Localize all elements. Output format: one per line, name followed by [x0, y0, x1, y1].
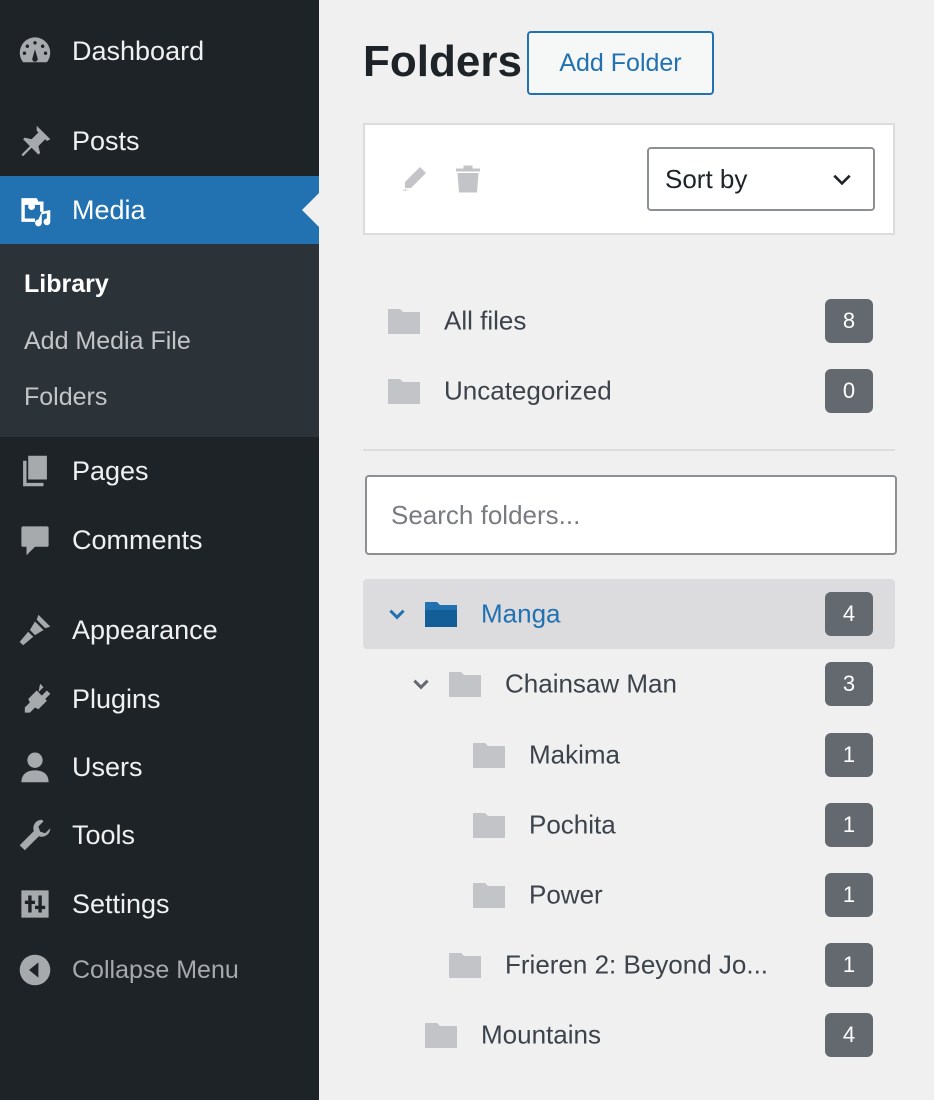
sidebar-item-label: Dashboard	[72, 35, 205, 66]
sidebar-item-label: Plugins	[72, 683, 161, 714]
media-icon	[17, 192, 53, 228]
sidebar-item-label: Media	[72, 194, 146, 225]
plug-icon	[17, 681, 53, 717]
wrench-icon	[17, 817, 53, 853]
folder-icon	[449, 953, 481, 978]
comment-icon	[17, 522, 53, 558]
sidebar-item-media[interactable]: Media	[0, 176, 319, 244]
folder-row-makima[interactable]: Makima 1	[363, 720, 895, 790]
folder-row-chainsaw-man[interactable]: Chainsaw Man 3	[363, 649, 895, 719]
folder-count-badge: 0	[825, 369, 873, 413]
collapse-menu-label: Collapse Menu	[72, 955, 239, 984]
user-icon	[17, 749, 53, 785]
folder-name: Pochita	[529, 809, 616, 840]
folder-icon	[388, 379, 420, 404]
chevron-down-icon	[833, 174, 851, 186]
folder-icon	[388, 309, 420, 334]
collapse-menu-button[interactable]: Collapse Menu	[0, 936, 319, 1004]
admin-sidebar: Dashboard Posts Media Library Add Media …	[0, 0, 319, 1100]
folder-icon	[425, 1023, 457, 1048]
collapse-arrow-icon	[17, 952, 53, 988]
sidebar-item-label: Comments	[72, 524, 203, 555]
folder-count-badge: 1	[825, 733, 873, 777]
pencil-icon[interactable]	[397, 161, 431, 197]
section-divider	[363, 449, 895, 451]
pages-icon	[17, 453, 53, 489]
sidebar-item-users[interactable]: Users	[0, 733, 319, 801]
folder-name: Chainsaw Man	[505, 668, 677, 699]
sidebar-item-plugins[interactable]: Plugins	[0, 665, 319, 733]
folder-count-badge: 4	[825, 592, 873, 636]
folder-count-badge: 1	[825, 943, 873, 987]
folder-icon	[449, 672, 481, 697]
folder-row-power[interactable]: Power 1	[363, 860, 895, 930]
sidebar-item-comments[interactable]: Comments	[0, 506, 319, 574]
folder-row-pochita[interactable]: Pochita 1	[363, 790, 895, 860]
folder-toolbar: Sort by	[363, 123, 895, 235]
add-folder-button[interactable]: Add Folder	[527, 31, 714, 95]
trash-icon[interactable]	[451, 161, 485, 197]
sidebar-item-settings[interactable]: Settings	[0, 870, 319, 938]
media-submenu: Library Add Media File Folders	[0, 244, 319, 437]
folder-count-badge: 8	[825, 299, 873, 343]
sidebar-item-appearance[interactable]: Appearance	[0, 596, 319, 664]
folder-name: Mountains	[481, 1019, 601, 1050]
folder-name: Power	[529, 879, 603, 910]
chevron-down-icon[interactable]	[410, 673, 432, 695]
sidebar-item-label: Pages	[72, 455, 149, 486]
folder-name: Uncategorized	[444, 375, 612, 406]
sidebar-item-pages[interactable]: Pages	[0, 437, 319, 505]
sidebar-item-label: Settings	[72, 888, 170, 919]
folder-row-mountains[interactable]: Mountains 4	[363, 1000, 895, 1070]
page-title: Folders	[363, 37, 522, 86]
submenu-item-add-media-file[interactable]: Add Media File	[24, 327, 191, 356]
search-folders-input[interactable]	[365, 475, 897, 555]
pushpin-icon	[17, 123, 53, 159]
folder-row-manga[interactable]: Manga 4	[363, 579, 895, 649]
dashboard-icon	[17, 33, 53, 69]
folder-count-badge: 4	[825, 1013, 873, 1057]
folder-name: Makima	[529, 739, 621, 770]
folder-name: All files	[444, 305, 527, 336]
sidebar-item-label: Users	[72, 751, 143, 782]
submenu-item-library[interactable]: Library	[24, 270, 109, 299]
folder-icon	[473, 813, 505, 838]
submenu-item-folders[interactable]: Folders	[24, 383, 107, 412]
sliders-icon	[17, 886, 53, 922]
folder-count-badge: 1	[825, 873, 873, 917]
folder-row-uncategorized[interactable]: Uncategorized 0	[363, 356, 895, 426]
folder-row-frieren[interactable]: Frieren 2: Beyond Jo... 1	[363, 930, 895, 1000]
chevron-down-icon[interactable]	[386, 603, 408, 625]
folder-row-all-files[interactable]: All files 8	[363, 286, 895, 356]
paintbrush-icon	[17, 612, 53, 648]
folder-name: Manga	[481, 598, 561, 629]
sort-by-label: Sort by	[665, 163, 748, 194]
sidebar-item-label: Tools	[72, 819, 136, 850]
folder-icon	[473, 743, 505, 768]
folder-open-icon	[425, 602, 457, 627]
folder-icon	[473, 883, 505, 908]
sidebar-item-label: Posts	[72, 125, 140, 156]
folder-count-badge: 3	[825, 662, 873, 706]
sidebar-item-dashboard[interactable]: Dashboard	[0, 17, 319, 85]
folder-name: Frieren 2: Beyond Jo...	[505, 949, 769, 980]
sidebar-item-label: Appearance	[72, 614, 218, 645]
folder-count-badge: 1	[825, 803, 873, 847]
sidebar-item-posts[interactable]: Posts	[0, 107, 319, 175]
sidebar-item-tools[interactable]: Tools	[0, 801, 319, 869]
sort-by-select[interactable]: Sort by	[647, 147, 875, 211]
